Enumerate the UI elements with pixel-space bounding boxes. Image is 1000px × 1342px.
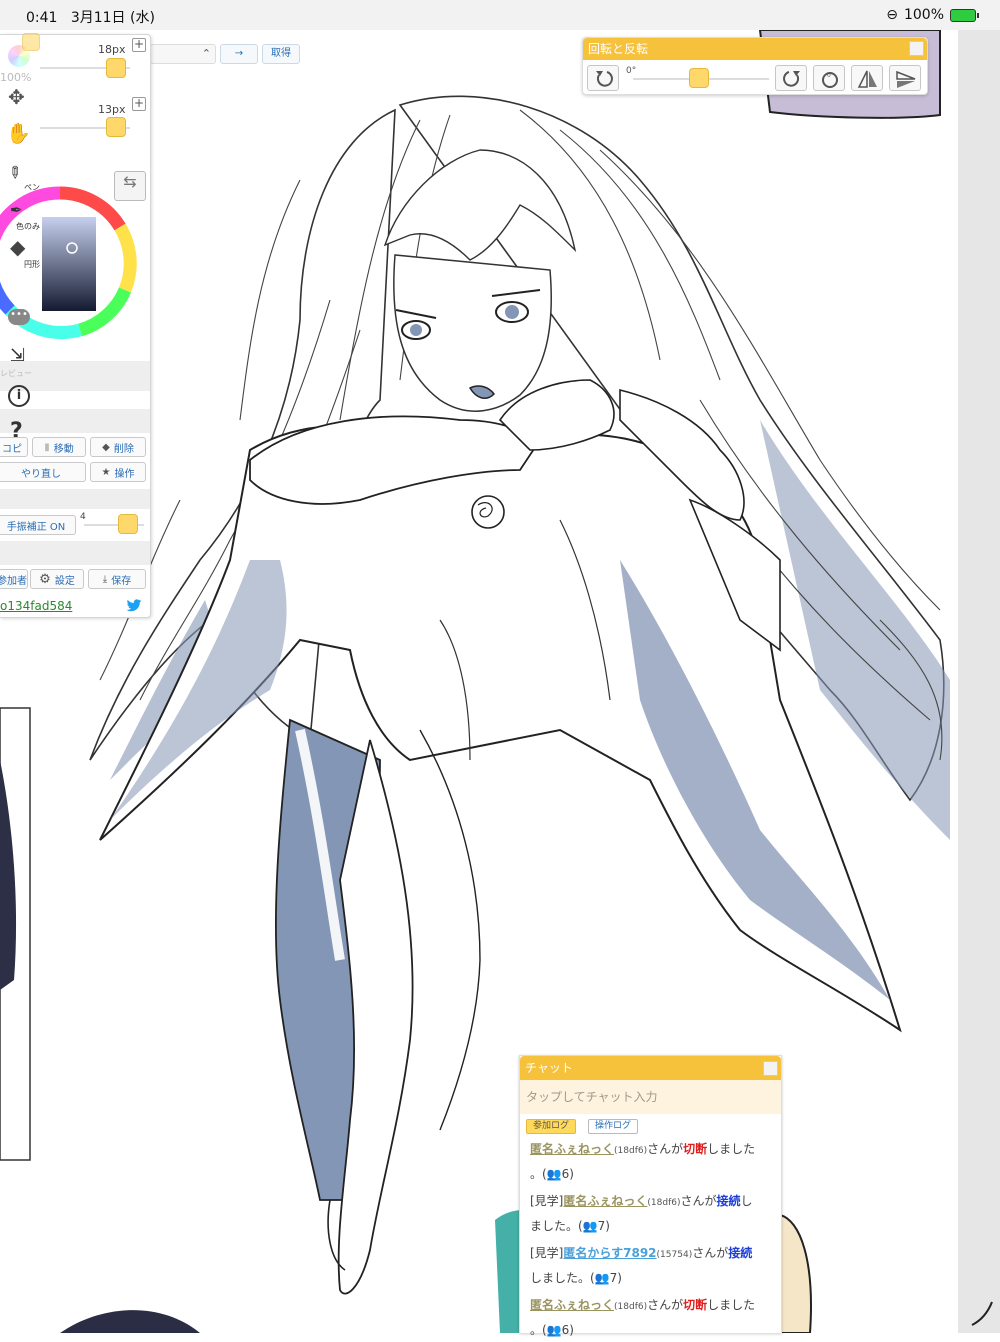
copy-button[interactable]: コピ — [0, 437, 28, 457]
stabilizer-knob[interactable] — [118, 514, 138, 534]
operate-button[interactable]: ★ 操作 — [90, 462, 146, 482]
delete-button[interactable]: ◆ 削除 — [90, 437, 146, 457]
stabilizer-value: 4 — [80, 512, 86, 522]
flip-vertical-icon — [896, 70, 916, 88]
zoom-label: 100% — [0, 71, 32, 84]
move-layer-icon: ▮ — [44, 441, 50, 453]
chat-bubble-icon[interactable]: ••• — [8, 309, 30, 325]
user-id-link[interactable]: o134fad584 — [0, 599, 72, 613]
chat-tabs: 参加ログ 操作ログ — [520, 1114, 781, 1136]
people-icon: 👥 — [546, 1167, 562, 1181]
stabilizer-button[interactable]: 手振補正 ON — [0, 515, 76, 535]
eraser-icon: ◆ — [102, 441, 110, 453]
move-button[interactable]: ▮ 移動 — [32, 437, 86, 457]
people-icon: 👥 — [594, 1271, 610, 1285]
eyedropper-icon[interactable]: ✒ — [10, 201, 23, 219]
eraser-size-plus-button[interactable]: + — [132, 97, 146, 111]
twitter-icon[interactable] — [126, 599, 142, 613]
rotate-flip-panel: 回転と反転 0° 0 — [582, 37, 928, 95]
participants-button[interactable]: 参加者 — [0, 569, 28, 589]
chat-header[interactable]: チャット — [520, 1056, 781, 1080]
diamond-icon[interactable]: ◆ — [10, 235, 25, 259]
hand-icon[interactable]: ✋ — [6, 121, 31, 145]
people-icon: 👥 — [582, 1219, 598, 1233]
chat-message: 匿名ふぇねっく(18df6)さんが切断しました 。(👥6) — [530, 1298, 756, 1337]
flip-horizontal-icon — [857, 70, 877, 88]
layer-select[interactable]: ⌃ — [150, 44, 216, 64]
select-chevron-icon: ⌃ — [201, 47, 211, 60]
tab-join-log[interactable]: 参加ログ — [526, 1119, 577, 1134]
redo-button[interactable]: やり直し — [0, 462, 86, 482]
status-bar: 0:41 3月11日 (水) ⊖ 100% — [0, 0, 1000, 30]
rotate-panel-title: 回転と反転 — [588, 42, 649, 56]
pen-tool-label: ペン — [24, 183, 40, 192]
eraser-size-knob[interactable] — [106, 117, 126, 137]
brush-size-value: 18px — [98, 43, 126, 56]
status-right: ⊖ 100% — [886, 7, 979, 23]
battery-icon — [950, 8, 979, 22]
flip-vertical-button[interactable] — [889, 65, 921, 91]
circle-tool-label: 円形 — [24, 260, 40, 269]
chat-close-button[interactable] — [763, 1061, 778, 1076]
right-gutter — [958, 30, 1000, 1333]
save-button[interactable]: ⤓ 保存 — [88, 569, 146, 589]
status-time: 0:41 3月11日 (水) — [26, 10, 155, 26]
tab-operation-log[interactable]: 操作ログ — [588, 1119, 639, 1134]
battery-percent: 100% — [903, 7, 944, 23]
chat-username-link[interactable]: 匿名ふぇねっく — [530, 1298, 614, 1312]
rotate-right-icon — [783, 71, 800, 87]
exit-icon[interactable]: ⇲ — [10, 345, 25, 366]
chat-log: 匿名ふぇねっく(18df6)さんが切断しました 。(👥6) [見学]匿名ふぇねっ… — [520, 1136, 781, 1342]
rotate-panel-close-button[interactable] — [909, 41, 924, 56]
move-arrows-icon[interactable]: ✥ — [8, 85, 25, 109]
rotate-reset-button[interactable] — [587, 65, 619, 91]
chat-message: [見学]匿名からす7892(15754)さんが接続 しました。(👥7) — [530, 1246, 753, 1285]
chat-message: 匿名ふぇねっく(18df6)さんが切断しました 。(👥6) — [530, 1142, 756, 1181]
settings-button[interactable]: ⚙ 設定 — [30, 569, 84, 589]
gray-band-3 — [0, 489, 150, 509]
color-picker-square — [42, 217, 96, 311]
rotate-left-icon — [596, 71, 613, 87]
rotate-right-button[interactable] — [775, 65, 807, 91]
rotate-angle-knob[interactable] — [689, 68, 709, 88]
download-icon: ⤓ — [102, 573, 108, 585]
eraser-size-value: 13px — [98, 103, 126, 116]
brush-size-plus-button[interactable]: + — [132, 38, 146, 52]
chat-panel: チャット タップしてチャット入力 参加ログ 操作ログ 匿名ふぇねっく(18df6… — [519, 1055, 782, 1337]
color-only-tool-label: 色のみ — [16, 222, 40, 231]
rotate-zero-icon: 0 — [822, 72, 838, 88]
gray-band-4 — [0, 541, 150, 565]
arrow-button[interactable]: → — [220, 44, 258, 64]
star-icon: ★ — [101, 466, 111, 478]
chat-username-link[interactable]: 匿名からす7892 — [563, 1246, 656, 1260]
chat-username-link[interactable]: 匿名ふぇねっく — [563, 1194, 647, 1208]
tool-panel: 18px + 100% ✥ 13px + ✋ ⇆ ✎ ペン ✒ 色のみ ◆ 円形… — [0, 33, 151, 618]
preview-label: レビュー — [0, 369, 32, 378]
info-icon[interactable]: i — [8, 385, 30, 407]
link-icon: ⊖ — [886, 7, 898, 23]
svg-text:0: 0 — [827, 72, 831, 79]
flip-horizontal-button[interactable] — [851, 65, 883, 91]
chat-input[interactable]: タップしてチャット入力 — [520, 1080, 781, 1114]
rotate-panel-header[interactable]: 回転と反転 — [583, 38, 927, 60]
chat-username-link[interactable]: 匿名ふぇねっく — [530, 1142, 614, 1156]
people-icon: 👥 — [546, 1323, 562, 1337]
rotate-angle-value: 0° — [626, 66, 637, 76]
color-preview-icon[interactable] — [8, 45, 30, 67]
chat-message: [見学]匿名ふぇねっく(18df6)さんが接続し ました。(👥7) — [530, 1194, 753, 1233]
gear-icon: ⚙ — [39, 571, 51, 587]
brush-size-knob[interactable] — [106, 58, 126, 78]
swap-colors-icon[interactable]: ⇆ — [114, 171, 146, 201]
chat-title: チャット — [525, 1061, 573, 1075]
rotate-zero-button[interactable]: 0 — [813, 65, 845, 91]
get-button[interactable]: 取得 — [262, 44, 300, 64]
